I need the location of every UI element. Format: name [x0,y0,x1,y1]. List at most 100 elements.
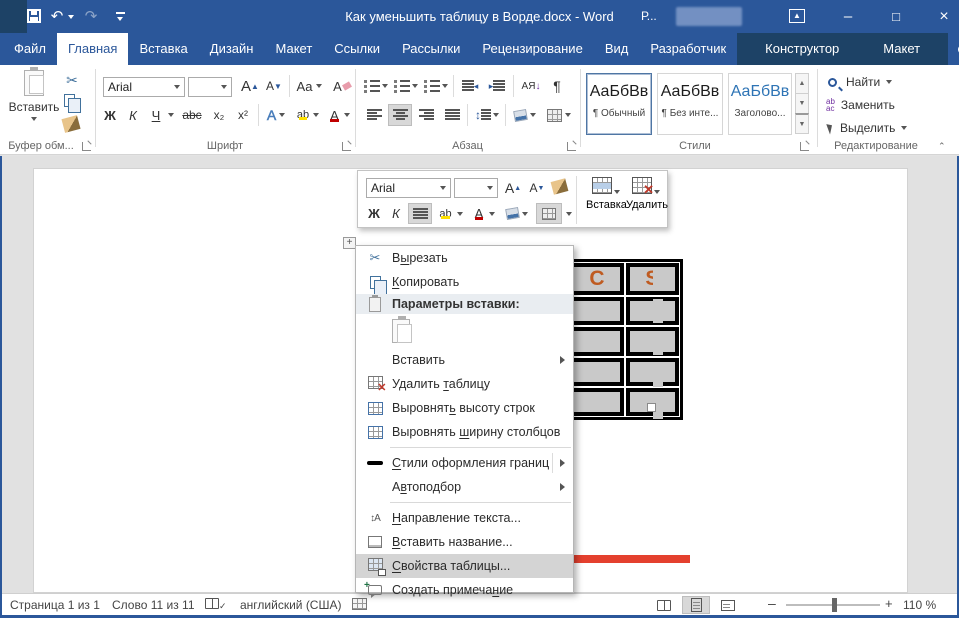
italic-button[interactable]: К [123,104,143,126]
menu-item-copy[interactable]: Копировать [356,270,573,294]
font-size-combo[interactable] [188,77,232,97]
menu-item-new-comment[interactable]: + Создать примечание [356,578,573,602]
read-mode-button[interactable] [650,596,678,614]
tab-references[interactable]: Ссылки [323,33,391,65]
close-button[interactable]: × [934,0,954,33]
justify-button[interactable] [440,104,464,126]
page-indicator[interactable]: Страница 1 из 1 [10,598,100,613]
underline-dropdown-icon[interactable] [168,113,174,117]
strikethrough-button[interactable]: abc [178,104,206,126]
highlight-color-button[interactable]: ab [294,104,322,126]
zoom-slider-thumb[interactable] [832,598,837,612]
shrink-font-button[interactable]: А▼ [263,75,285,97]
table-cell[interactable]: C [570,263,623,295]
table-cell[interactable] [570,327,623,355]
format-painter-icon[interactable] [61,115,80,133]
mini-align-button[interactable] [408,203,432,224]
underline-button[interactable]: Ч [146,104,166,126]
tab-layout[interactable]: Макет [264,33,323,65]
print-layout-button[interactable] [682,596,710,614]
replace-button[interactable]: abac Заменить [826,96,895,114]
menu-item-distribute-columns[interactable]: Выровнять ширину столбцов [356,420,573,444]
paragraph-dialog-launcher[interactable] [567,142,576,151]
find-button[interactable]: Найти [828,73,892,91]
styles-scroll-up[interactable]: ▲ [795,73,809,94]
table-cell[interactable] [570,388,623,416]
mini-grow-font-button[interactable]: A▲ [502,177,524,199]
table-resize-handle[interactable] [647,403,656,412]
shading-button[interactable] [510,104,540,126]
show-marks-button[interactable]: ¶ [546,75,568,97]
grow-font-button[interactable]: А▲ [239,75,261,97]
paste-dropdown-icon[interactable] [31,117,37,121]
tab-design[interactable]: Дизайн [199,33,265,65]
align-left-button[interactable] [362,104,386,126]
menu-item-border-styles[interactable]: Стили оформления границ [356,451,573,475]
tab-insert[interactable]: Вставка [128,33,198,65]
change-case-button[interactable]: Аа [294,75,324,97]
mini-font-size-combo[interactable] [454,178,498,198]
tab-mailings[interactable]: Рассылки [391,33,471,65]
mini-borders-dropdown-icon[interactable] [566,212,572,216]
table-cell[interactable] [570,358,623,386]
language-indicator[interactable]: английский (США) [240,598,341,613]
minimize-button[interactable]: – [838,0,858,33]
tab-view[interactable]: Вид [594,33,640,65]
menu-item-table-properties[interactable]: Свойства таблицы... [356,554,573,578]
copy-button[interactable] [64,94,75,107]
line-spacing-button[interactable]: ↕ [472,104,502,126]
zoom-in-button[interactable]: + [885,596,893,611]
subscript-button[interactable]: x₂ [208,104,230,126]
multilevel-list-button[interactable] [422,75,449,97]
clipboard-dialog-launcher[interactable] [82,142,91,151]
mini-highlight-button[interactable]: ab [436,203,466,224]
mini-delete-button[interactable]: ✕ Удалить [626,177,666,211]
maximize-button[interactable]: □ [886,0,906,33]
style-no-spacing[interactable]: АаБбВв ¶ Без инте... [657,73,723,135]
zoom-out-button[interactable]: – [768,596,776,611]
numbering-button[interactable] [392,75,419,97]
borders-button[interactable] [543,104,575,126]
font-color-button[interactable]: А [326,104,352,126]
tab-file[interactable]: Файл [0,33,57,65]
word-count[interactable]: Слово 11 из 11 [112,598,195,613]
bold-button[interactable]: Ж [100,104,120,126]
font-name-combo[interactable]: Arial [103,77,185,97]
ribbon-display-options-icon[interactable]: ▲ [789,9,805,23]
menu-item-autofit[interactable]: Автоподбор [356,475,573,499]
tab-table-layout[interactable]: Макет [861,33,942,65]
decrease-indent-button[interactable]: ◂ [458,75,482,97]
align-center-button[interactable] [388,104,412,126]
select-button[interactable]: Выделить [828,119,907,137]
mini-italic-button[interactable]: К [386,203,406,224]
style-normal[interactable]: АаБбВв ¶ Обычный [586,73,652,135]
text-effects-button[interactable]: А [263,104,289,126]
styles-dialog-launcher[interactable] [800,142,809,151]
font-dialog-launcher[interactable] [342,142,351,151]
zoom-level[interactable]: 110 % [903,598,936,613]
tab-table-design[interactable]: Конструктор [743,33,861,65]
menu-paste-option-keep-formatting[interactable] [356,314,573,348]
table-cell[interactable] [570,297,623,325]
align-right-button[interactable] [414,104,438,126]
styles-scroll-down[interactable]: ▼ [795,93,809,114]
menu-item-insert[interactable]: Вставить [356,348,573,372]
mini-borders-button[interactable] [536,203,562,224]
tab-developer[interactable]: Разработчик [639,33,737,65]
web-layout-button[interactable] [714,596,742,614]
menu-item-cut[interactable]: ✂ Вырезать [356,246,573,270]
mini-format-painter-icon[interactable] [551,178,569,194]
menu-item-insert-caption[interactable]: Вставить название... [356,530,573,554]
style-heading1[interactable]: АаБбВв Заголово... [728,73,792,135]
menu-item-distribute-rows[interactable]: Выровнять высоту строк [356,396,573,420]
mini-shading-button[interactable] [502,203,532,224]
tab-home[interactable]: Главная [57,33,128,65]
mini-insert-button[interactable]: Вставка [586,177,626,211]
tab-review[interactable]: Рецензирование [471,33,593,65]
mini-shrink-font-button[interactable]: A▼ [526,177,548,199]
bullets-button[interactable] [362,75,389,97]
clear-formatting-button[interactable]: А [330,75,354,97]
mini-font-name-combo[interactable]: Arial [366,178,451,198]
proofing-status-icon[interactable]: ✓ [205,598,227,614]
paste-button[interactable]: Вставить [8,70,60,136]
